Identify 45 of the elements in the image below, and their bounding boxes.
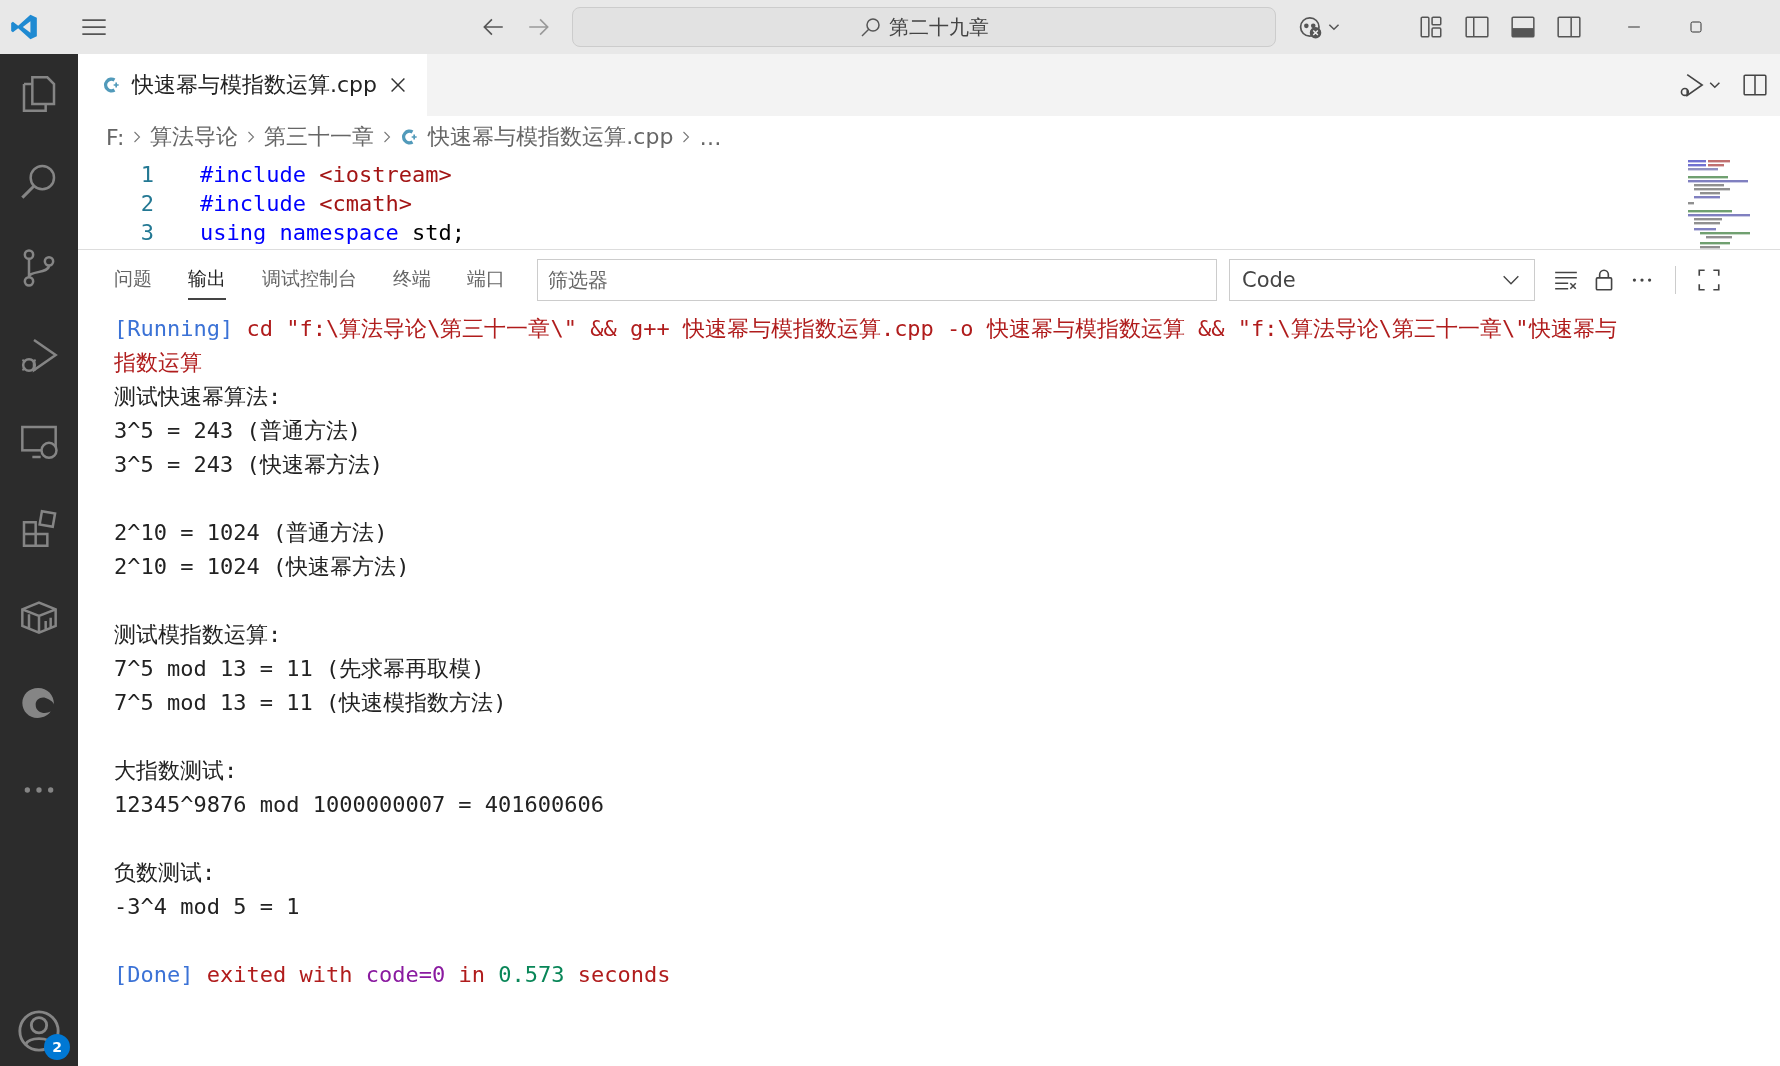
maximize-panel-icon[interactable]: [1696, 267, 1722, 293]
toggle-sidebar-icon[interactable]: [1464, 14, 1490, 40]
command-search-field[interactable]: 第二十九章: [572, 7, 1276, 47]
output-line: [Running] cd "f:\算法导论\第三十一章\" && g++ 快速幂与模指数运算.cpp -o 快速幂与模指数运算 && "f:\算法导论\第三十一章\"快速幂与: [114, 315, 1618, 343]
vscode-logo-icon: [10, 13, 38, 41]
panel-tab[interactable]: 问题: [114, 260, 152, 300]
output-line: [Done] exited with code=0 in 0.573 seconds: [114, 961, 672, 989]
customize-layout-icon[interactable]: [1418, 14, 1444, 40]
notification-badge: 2: [44, 1034, 70, 1060]
split-editor-icon[interactable]: [1742, 72, 1768, 98]
output-line: 7^5 mod 13 = 11 (先求幂再取模): [114, 655, 486, 683]
code-line: #include <iostream>: [200, 162, 452, 187]
output-line: 3^5 = 243 (普通方法): [114, 417, 362, 445]
breadcrumb-item[interactable]: 算法导论: [150, 122, 239, 152]
toggle-secondary-sidebar-icon[interactable]: [1556, 14, 1582, 40]
output-line: 7^5 mod 13 = 11 (快速模指数方法): [114, 689, 508, 717]
code-line: #include <cmath>: [200, 191, 412, 216]
output-line: -3^4 mod 5 = 1: [114, 893, 301, 921]
output-channel-dropdown[interactable]: Code: [1229, 259, 1535, 301]
breadcrumb-item[interactable]: F:: [106, 124, 125, 150]
editor-tab[interactable]: 快速幂与模指数运算.cpp: [78, 54, 428, 116]
breadcrumb-item[interactable]: …: [699, 124, 722, 150]
panel-tab[interactable]: 输出: [188, 260, 226, 300]
toggle-panel-icon[interactable]: [1510, 14, 1536, 40]
output-line: 2^10 = 1024 (快速幂方法): [114, 553, 411, 581]
output-line: 12345^9876 mod 1000000007 = 401600606: [114, 791, 606, 819]
output-line: 指数运算: [114, 349, 203, 377]
line-number: 2: [139, 191, 155, 216]
breadcrumb-item[interactable]: 第三十一章: [264, 122, 375, 152]
breadcrumb-item[interactable]: 快速幂与模指数运算.cpp: [428, 122, 674, 152]
panel-tab[interactable]: 端口: [467, 260, 505, 300]
panel-tab[interactable]: 调试控制台: [262, 260, 357, 300]
code-line: using namespace std;: [200, 220, 465, 245]
output-line: 测试快速幂算法:: [114, 383, 283, 411]
filter-field[interactable]: 筛选器: [537, 259, 1217, 301]
cpp-file-icon: [102, 75, 122, 95]
line-number: 1: [139, 162, 155, 187]
output-line: 大指数测试:: [114, 757, 239, 785]
output-line: 负数测试:: [114, 859, 217, 887]
panel-tab[interactable]: 终端: [393, 260, 431, 300]
search-icon: [859, 15, 883, 39]
output-line: 2^10 = 1024 (普通方法): [114, 519, 389, 547]
line-number: 3: [139, 220, 155, 245]
output-line: 3^5 = 243 (快速幂方法): [114, 451, 384, 479]
output-line: 测试模指数运算:: [114, 621, 283, 649]
